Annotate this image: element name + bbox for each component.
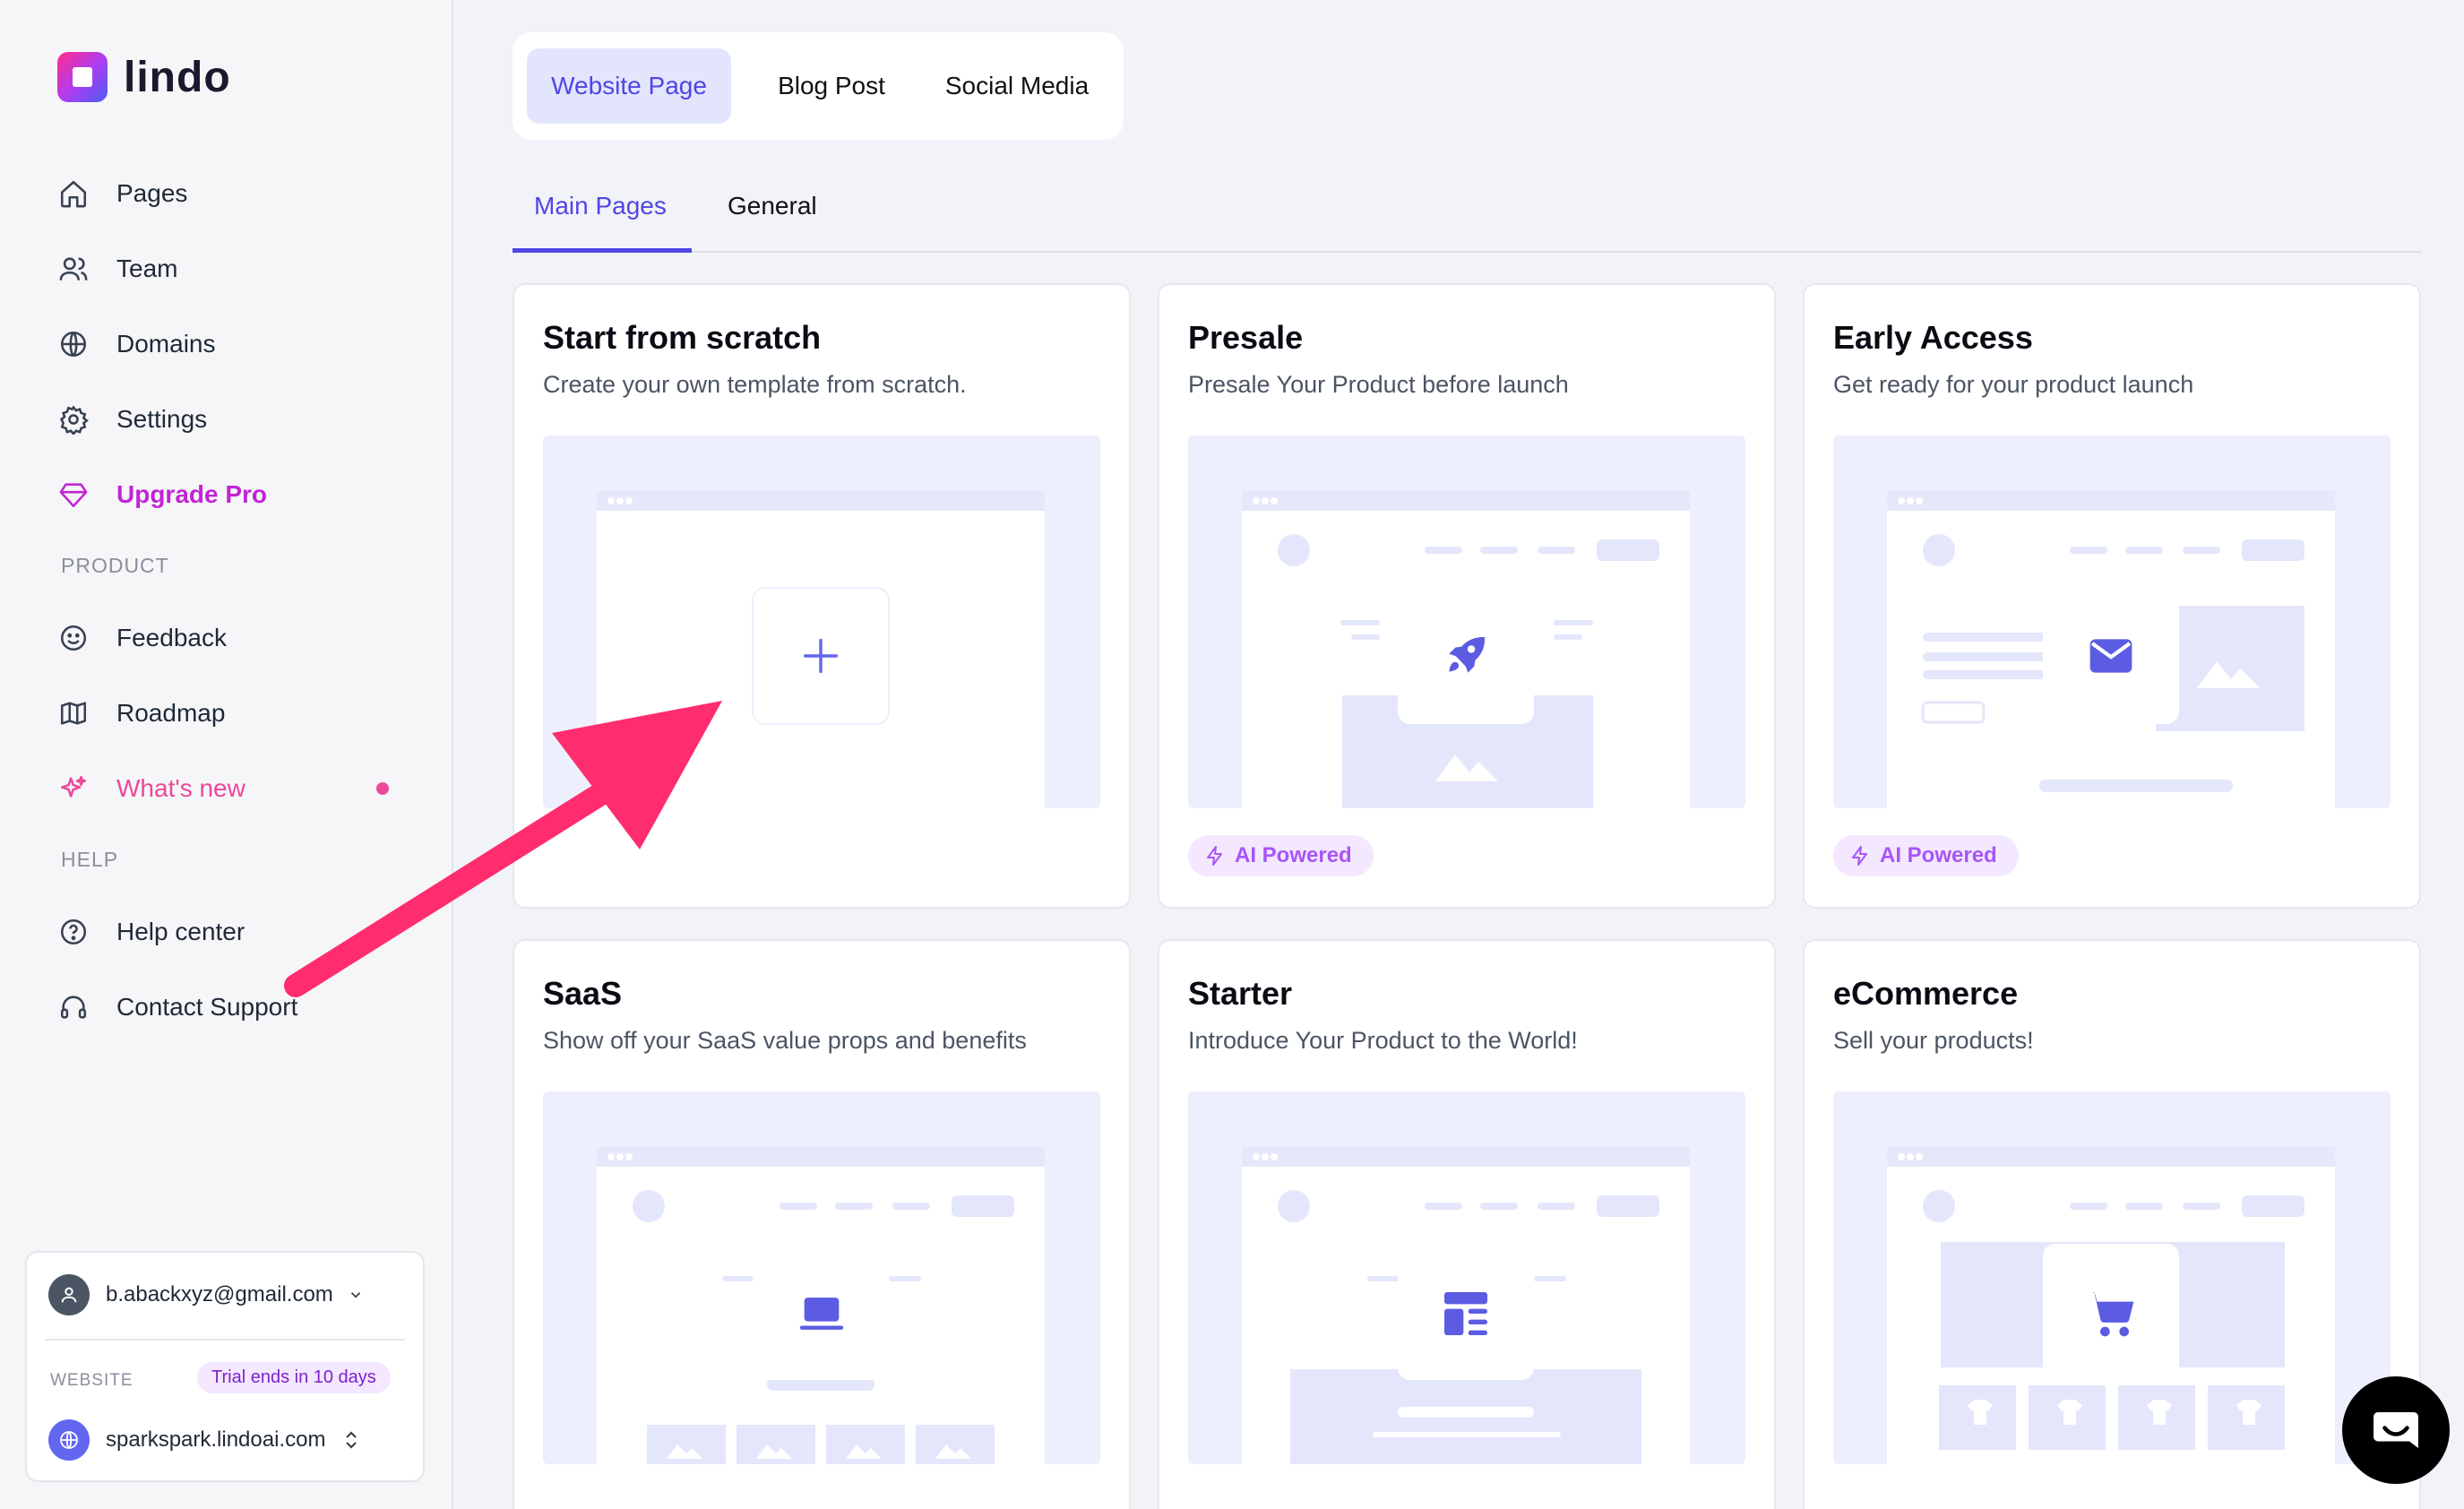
gear-icon <box>57 403 90 435</box>
plus-icon <box>797 633 844 679</box>
sidebar-item-settings[interactable]: Settings <box>57 394 207 444</box>
card-description: Introduce Your Product to the World! <box>1188 1027 1578 1054</box>
sidebar-item-feedback[interactable]: Feedback <box>57 613 227 663</box>
card-title: Starter <box>1188 975 1293 1012</box>
logo-icon <box>57 52 108 102</box>
sidebar-item-upgrade-pro[interactable]: Upgrade Pro <box>57 470 267 520</box>
users-icon <box>57 253 90 285</box>
badge-label: AI Powered <box>1235 843 1352 867</box>
ai-powered-badge: AI Powered <box>1833 835 2019 876</box>
sidebar: lindo Pages Team Domains Settings Upgrad… <box>0 0 453 1509</box>
sidebar-item-label: Team <box>116 254 178 282</box>
new-indicator-dot <box>376 782 389 795</box>
sidebar-item-team[interactable]: Team <box>57 244 177 294</box>
tab-social-media[interactable]: Social Media <box>923 48 1111 124</box>
cart-icon <box>2082 1285 2140 1342</box>
card-description: Show off your SaaS value props and benef… <box>543 1027 1027 1054</box>
diamond-icon <box>57 479 90 511</box>
template-card-starter[interactable]: Starter Introduce Your Product to the Wo… <box>1158 939 1776 1509</box>
card-title: Start from scratch <box>543 319 822 356</box>
card-title: SaaS <box>543 975 623 1012</box>
page-type-tabs: Website Page Blog Post Social Media <box>513 32 1124 140</box>
ai-powered-badge: AI Powered <box>1188 835 1374 876</box>
card-description: Create your own template from scratch. <box>543 371 967 398</box>
mail-icon <box>2084 631 2138 681</box>
template-preview <box>543 1091 1100 1464</box>
account-switcher[interactable]: b.abackxyz@gmail.com <box>48 1274 364 1315</box>
sidebar-item-label: Settings <box>116 405 208 433</box>
trial-badge: Trial ends in 10 days <box>197 1362 391 1393</box>
tab-blog-post[interactable]: Blog Post <box>747 48 916 124</box>
chat-icon <box>2369 1403 2423 1457</box>
logo[interactable]: lindo <box>57 52 231 102</box>
template-card-presale[interactable]: Presale Presale Your Product before laun… <box>1158 283 1776 909</box>
smile-icon <box>57 622 90 654</box>
section-label-product: PRODUCT <box>61 554 169 577</box>
section-label-help: HELP <box>61 848 119 871</box>
template-preview <box>1188 435 1745 808</box>
card-description: Sell your products! <box>1833 1027 2034 1054</box>
sidebar-item-label: Upgrade Pro <box>116 480 268 508</box>
website-label: WEBSITE <box>50 1371 134 1390</box>
question-circle-icon <box>57 916 90 948</box>
sidebar-item-label: Contact Support <box>116 993 298 1021</box>
sidebar-item-label: Help center <box>116 918 246 945</box>
template-card-early-access[interactable]: Early Access Get ready for your product … <box>1803 283 2421 909</box>
template-preview <box>1833 1091 2391 1464</box>
card-title: Early Access <box>1833 319 2033 356</box>
sidebar-item-help-center[interactable]: Help center <box>57 907 245 957</box>
lightning-icon <box>1204 845 1235 867</box>
template-card-saas[interactable]: SaaS Show off your SaaS value props and … <box>513 939 1131 1509</box>
sidebar-item-label: Pages <box>116 179 188 207</box>
divider <box>45 1339 405 1341</box>
website-switcher[interactable]: sparkspark.lindoai.com <box>48 1419 359 1461</box>
card-title: Presale <box>1188 319 1304 356</box>
sidebar-item-label: What's new <box>116 774 246 802</box>
template-preview <box>1188 1091 1745 1464</box>
template-card-ecommerce[interactable]: eCommerce Sell your products! <box>1803 939 2421 1509</box>
lightning-icon <box>1849 845 1880 867</box>
account-card: b.abackxyz@gmail.com WEBSITE Trial ends … <box>25 1251 425 1482</box>
account-email: b.abackxyz@gmail.com <box>106 1282 333 1306</box>
card-description: Presale Your Product before launch <box>1188 371 1569 398</box>
tab-main-pages[interactable]: Main Pages <box>513 192 692 253</box>
badge-label: AI Powered <box>1880 843 1997 867</box>
sidebar-item-label: Feedback <box>116 624 227 651</box>
template-preview <box>1833 435 2391 808</box>
layout-icon <box>1437 1285 1495 1342</box>
sidebar-item-label: Domains <box>116 330 216 358</box>
category-tabs: Main Pages General <box>513 170 2421 253</box>
globe-icon <box>57 328 90 360</box>
sidebar-item-contact-support[interactable]: Contact Support <box>57 982 297 1032</box>
template-card-start-from-scratch[interactable]: Start from scratch Create your own templ… <box>513 283 1131 909</box>
chevron-down-icon <box>348 1287 364 1303</box>
sparkles-icon <box>57 772 90 805</box>
logo-text: lindo <box>124 53 231 101</box>
tab-general[interactable]: General <box>706 192 839 251</box>
sidebar-item-whats-new[interactable]: What's new <box>57 763 246 814</box>
chevron-updown-icon <box>343 1429 359 1451</box>
rocket-icon <box>1441 631 1491 681</box>
tab-website-page[interactable]: Website Page <box>527 48 731 124</box>
sidebar-item-label: Roadmap <box>116 699 226 727</box>
laptop-icon <box>792 1287 851 1339</box>
sidebar-item-pages[interactable]: Pages <box>57 168 187 219</box>
sidebar-item-roadmap[interactable]: Roadmap <box>57 688 225 738</box>
avatar <box>48 1274 90 1315</box>
map-icon <box>57 697 90 729</box>
sidebar-item-domains[interactable]: Domains <box>57 319 215 369</box>
home-icon <box>57 177 90 210</box>
template-preview <box>543 435 1100 808</box>
card-description: Get ready for your product launch <box>1833 371 2194 398</box>
card-title: eCommerce <box>1833 975 2019 1012</box>
headset-icon <box>57 991 90 1023</box>
chat-support-button[interactable] <box>2342 1376 2450 1484</box>
globe-icon <box>48 1419 90 1461</box>
website-domain: sparkspark.lindoai.com <box>106 1427 326 1452</box>
